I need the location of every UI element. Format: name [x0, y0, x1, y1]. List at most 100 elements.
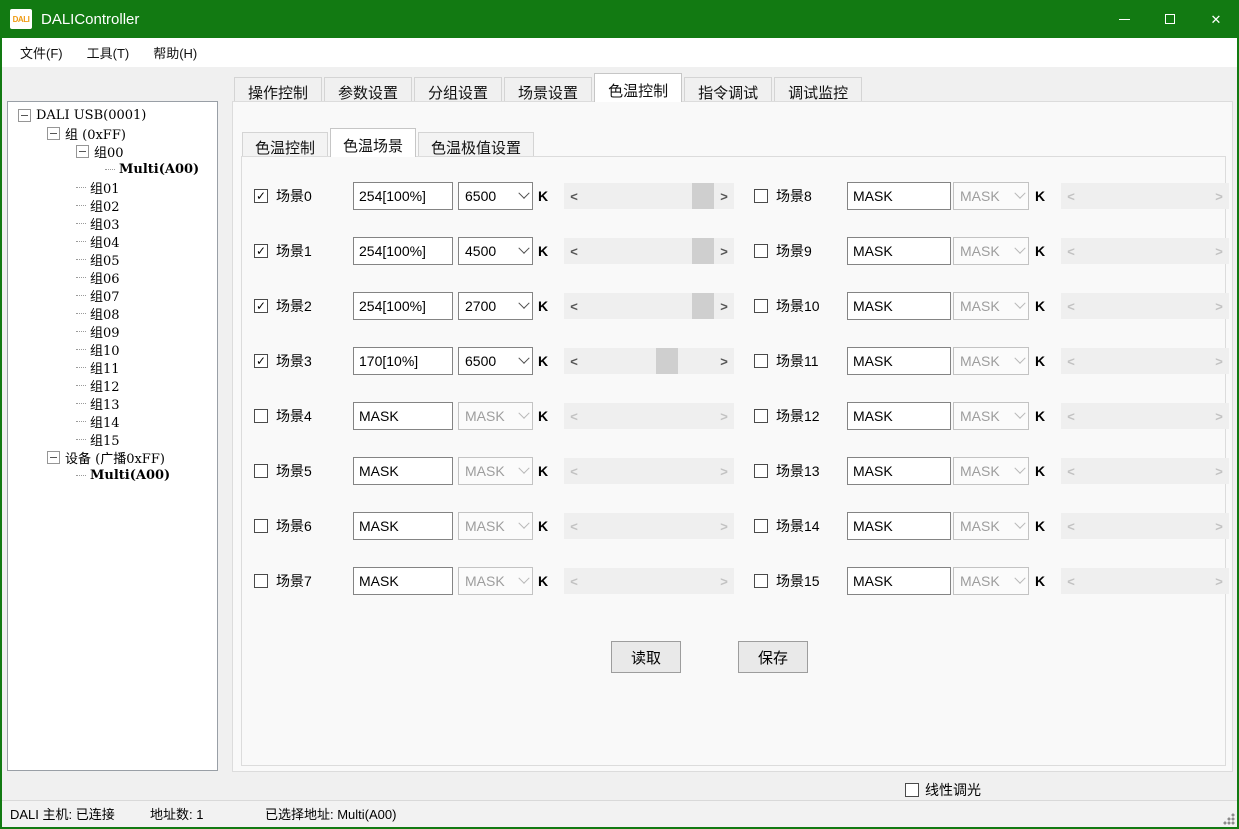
scene-temp-scrollbar[interactable]: < >: [1061, 568, 1229, 594]
scene-temp-dropdown[interactable]: MASK: [953, 237, 1029, 265]
tab-group-setup[interactable]: 分组设置: [414, 77, 502, 102]
maximize-button[interactable]: [1147, 0, 1193, 38]
tab-param-setup[interactable]: 参数设置: [324, 77, 412, 102]
tree-collapse-icon[interactable]: [47, 127, 60, 140]
scene-temp-scrollbar[interactable]: < >: [564, 403, 734, 429]
tree-item[interactable]: 组06: [8, 268, 217, 286]
tree-item[interactable]: 组02: [8, 196, 217, 214]
scene-level-input[interactable]: [353, 182, 453, 210]
scene-temp-dropdown[interactable]: MASK: [953, 567, 1029, 595]
scene-checkbox[interactable]: [254, 409, 268, 423]
tree-item[interactable]: 组01: [8, 178, 217, 196]
scroll-track[interactable]: [584, 183, 714, 209]
tree-collapse-icon[interactable]: [18, 109, 31, 122]
scroll-track[interactable]: [584, 513, 714, 539]
menu-item-help[interactable]: 帮助(H): [141, 38, 209, 67]
scroll-right-icon[interactable]: >: [1209, 244, 1229, 259]
tree-item[interactable]: 组10: [8, 340, 217, 358]
tree-item[interactable]: 组07: [8, 286, 217, 304]
scroll-right-icon[interactable]: >: [1209, 189, 1229, 204]
scene-temp-scrollbar[interactable]: < >: [1061, 458, 1229, 484]
scene-temp-scrollbar[interactable]: < >: [564, 293, 734, 319]
scene-level-input[interactable]: [353, 457, 453, 485]
tab-scene-setup[interactable]: 场景设置: [504, 77, 592, 102]
subtab-ct-control[interactable]: 色温控制: [242, 132, 328, 157]
scroll-right-icon[interactable]: >: [714, 409, 734, 424]
scene-temp-scrollbar[interactable]: < >: [1061, 183, 1229, 209]
tree-item[interactable]: 组13: [8, 394, 217, 412]
scene-level-input[interactable]: [353, 237, 453, 265]
save-button[interactable]: 保存: [738, 641, 808, 673]
scroll-left-icon[interactable]: <: [564, 519, 584, 534]
resize-grip-icon[interactable]: [1223, 813, 1235, 825]
scroll-left-icon[interactable]: <: [564, 244, 584, 259]
scroll-left-icon[interactable]: <: [1061, 464, 1081, 479]
linear-dimming-checkbox[interactable]: 线性调光: [905, 780, 981, 800]
tree-item[interactable]: DALI USB(0001): [8, 106, 217, 124]
scene-temp-dropdown[interactable]: MASK: [953, 292, 1029, 320]
scroll-right-icon[interactable]: >: [1209, 519, 1229, 534]
scene-temp-dropdown[interactable]: MASK: [953, 457, 1029, 485]
scroll-right-icon[interactable]: >: [1209, 464, 1229, 479]
scroll-track[interactable]: [1081, 568, 1209, 594]
tree-item[interactable]: 组08: [8, 304, 217, 322]
tree-item[interactable]: 组11: [8, 358, 217, 376]
tab-op-control[interactable]: 操作控制: [234, 77, 322, 102]
scene-checkbox[interactable]: [754, 189, 768, 203]
scroll-track[interactable]: [584, 458, 714, 484]
close-button[interactable]: ✕: [1193, 0, 1239, 38]
scene-checkbox[interactable]: [254, 574, 268, 588]
scroll-right-icon[interactable]: >: [714, 354, 734, 369]
tree-item[interactable]: Multi(A00): [8, 466, 217, 484]
tree-item[interactable]: 组05: [8, 250, 217, 268]
scene-temp-scrollbar[interactable]: < >: [564, 568, 734, 594]
scroll-track[interactable]: [1081, 348, 1209, 374]
scene-temp-dropdown[interactable]: MASK: [458, 457, 533, 485]
scene-checkbox[interactable]: [254, 464, 268, 478]
scene-temp-scrollbar[interactable]: < >: [1061, 348, 1229, 374]
scroll-thumb[interactable]: [656, 348, 678, 374]
scene-level-input[interactable]: [847, 402, 951, 430]
scroll-left-icon[interactable]: <: [1061, 244, 1081, 259]
scroll-right-icon[interactable]: >: [714, 244, 734, 259]
scroll-left-icon[interactable]: <: [1061, 519, 1081, 534]
scroll-left-icon[interactable]: <: [1061, 299, 1081, 314]
scene-checkbox[interactable]: [754, 409, 768, 423]
scene-level-input[interactable]: [353, 347, 453, 375]
scene-temp-dropdown[interactable]: MASK: [458, 512, 533, 540]
scene-temp-dropdown[interactable]: MASK: [458, 402, 533, 430]
scroll-left-icon[interactable]: <: [1061, 354, 1081, 369]
scene-level-input[interactable]: [847, 512, 951, 540]
scroll-right-icon[interactable]: >: [1209, 409, 1229, 424]
scroll-track[interactable]: [584, 348, 714, 374]
scene-checkbox[interactable]: [754, 519, 768, 533]
scroll-track[interactable]: [1081, 403, 1209, 429]
tree-item[interactable]: Multi(A00): [8, 160, 217, 178]
scene-temp-scrollbar[interactable]: < >: [1061, 293, 1229, 319]
scroll-right-icon[interactable]: >: [714, 519, 734, 534]
scene-temp-dropdown[interactable]: MASK: [458, 567, 533, 595]
scene-checkbox[interactable]: ✓: [254, 354, 268, 368]
scene-temp-scrollbar[interactable]: < >: [564, 183, 734, 209]
tab-cmd-debug[interactable]: 指令调试: [684, 77, 772, 102]
scene-temp-scrollbar[interactable]: < >: [1061, 403, 1229, 429]
scene-level-input[interactable]: [353, 567, 453, 595]
tree-item[interactable]: 组04: [8, 232, 217, 250]
scene-checkbox[interactable]: [754, 299, 768, 313]
scene-temp-dropdown[interactable]: 2700: [458, 292, 533, 320]
scroll-left-icon[interactable]: <: [1061, 574, 1081, 589]
tree-item[interactable]: 组12: [8, 376, 217, 394]
scroll-track[interactable]: [584, 568, 714, 594]
tree-item[interactable]: 组09: [8, 322, 217, 340]
scene-level-input[interactable]: [353, 402, 453, 430]
scene-level-input[interactable]: [847, 457, 951, 485]
scene-checkbox[interactable]: [254, 519, 268, 533]
scroll-track[interactable]: [1081, 458, 1209, 484]
tree-item[interactable]: 组 (0xFF): [8, 124, 217, 142]
scroll-right-icon[interactable]: >: [714, 574, 734, 589]
scene-level-input[interactable]: [847, 347, 951, 375]
tree-item[interactable]: 设备 (广播0xFF): [8, 448, 217, 466]
scroll-left-icon[interactable]: <: [564, 354, 584, 369]
scene-level-input[interactable]: [847, 292, 951, 320]
tab-debug-monitor[interactable]: 调试监控: [774, 77, 862, 102]
